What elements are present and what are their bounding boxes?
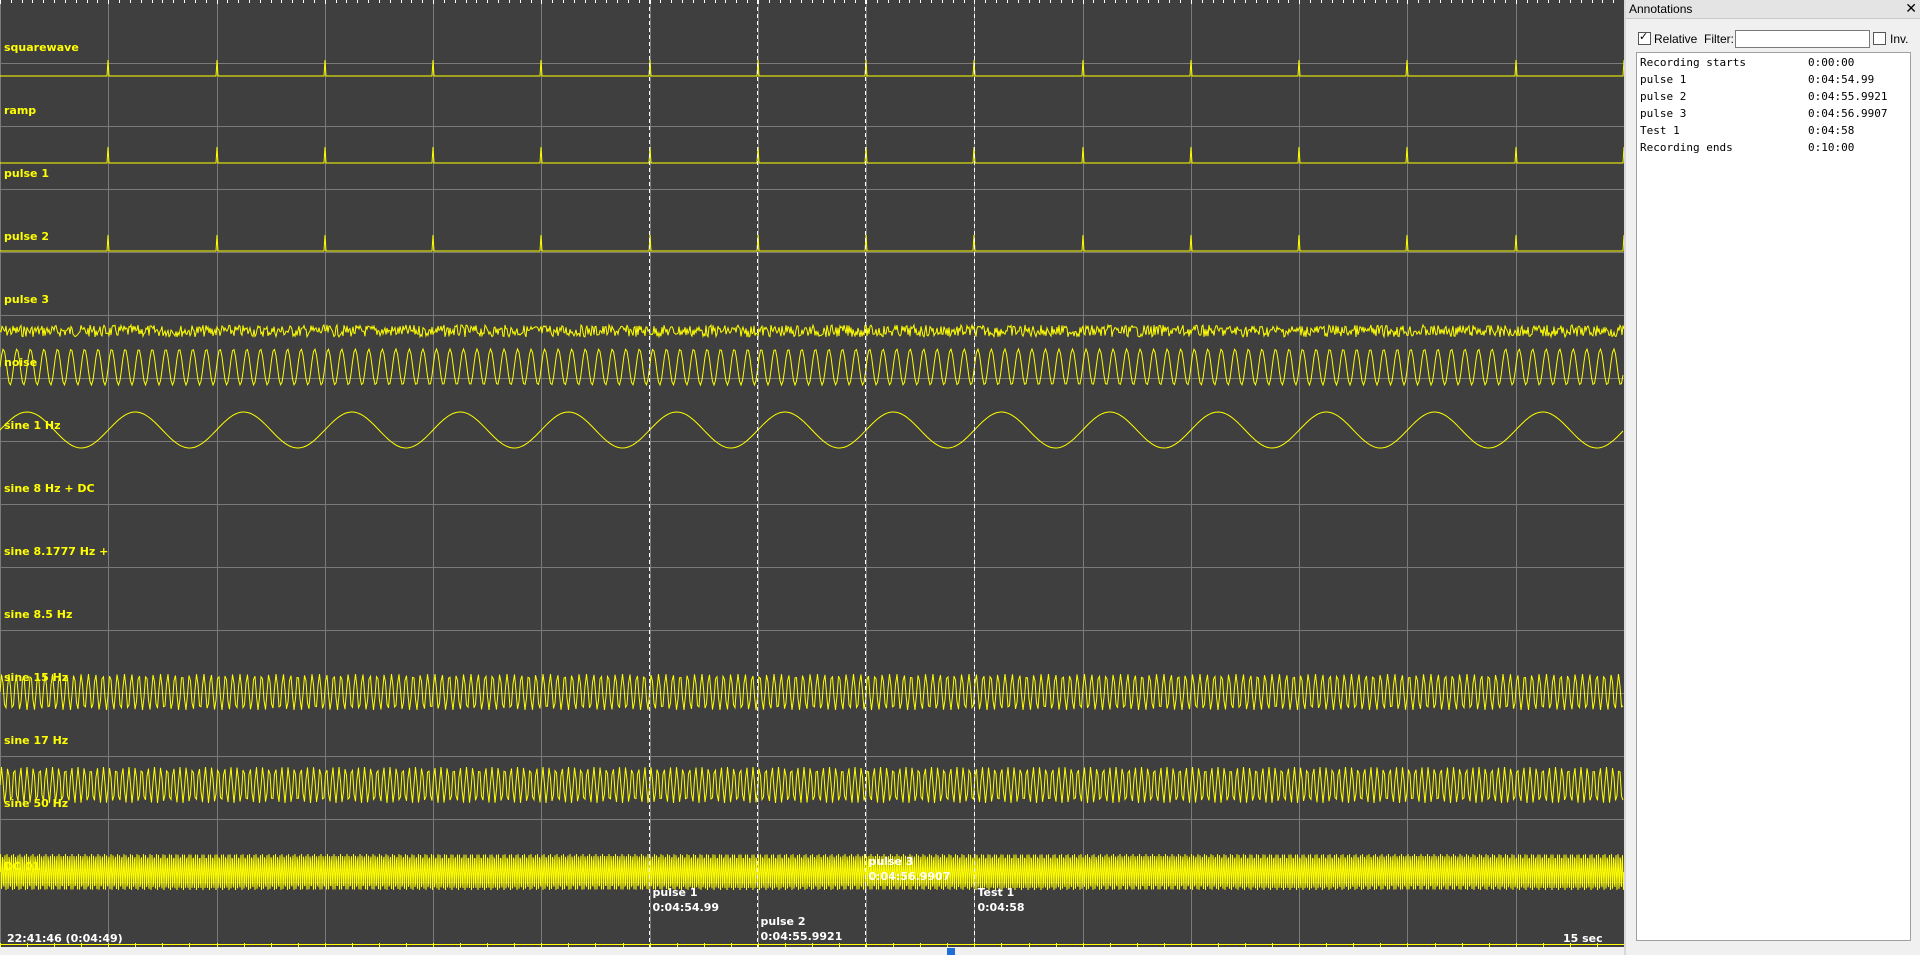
relative-checkbox[interactable] — [1638, 30, 1651, 45]
signal-label[interactable]: noise — [4, 357, 37, 369]
invert-label[interactable]: Inv. — [1890, 32, 1908, 46]
squarewave-trace — [0, 59, 1624, 77]
annotation-time: 0:10:00 — [1808, 141, 1855, 154]
annotation-time: 0:00:00 — [1808, 56, 1855, 69]
signal-traces — [0, 0, 1624, 947]
annotation-time: 0:04:58 — [1808, 124, 1855, 137]
sine-trace — [0, 347, 1624, 387]
annotation-marker-name[interactable]: pulse 2 — [761, 915, 806, 929]
annotation-marker-name[interactable]: Test 1 — [978, 886, 1015, 900]
signal-label[interactable]: sine 1 Hz — [4, 420, 61, 432]
signal-label[interactable]: sine 8.5 Hz — [4, 609, 72, 621]
annotation-marker-time: 0:04:58 — [977, 901, 1025, 914]
signal-label[interactable]: sine 15 Hz — [4, 672, 68, 684]
signal-label[interactable]: DC 01 — [4, 861, 40, 873]
annotation-name: pulse 1 — [1640, 73, 1687, 86]
filter-input[interactable] — [1735, 30, 1870, 48]
page-span-readout: 15 sec — [1563, 932, 1603, 945]
annotations-panel-titlebar: Annotations ✕ — [1626, 0, 1920, 19]
pulse-trace — [0, 234, 1624, 252]
annotation-name: pulse 2 — [1640, 90, 1687, 103]
signal-label[interactable]: sine 8.1777 Hz + — [4, 546, 108, 558]
annotation-marker-time: 0:04:56.9907 — [868, 870, 951, 883]
annotation-time: 0:04:54.99 — [1808, 73, 1875, 86]
signal-label[interactable]: sine 50 Hz — [4, 798, 68, 810]
annotation-name: pulse 3 — [1640, 107, 1687, 120]
horizontal-scrollbar[interactable] — [0, 947, 1624, 955]
annotation-time: 0:04:55.9921 — [1808, 90, 1888, 103]
start-time-readout: 22:41:46 (0:04:49) — [7, 932, 123, 945]
signal-label[interactable]: pulse 2 — [4, 231, 49, 243]
signal-label[interactable]: sine 8 Hz + DC — [4, 483, 95, 495]
annotation-list[interactable]: Recording starts 0:00:00 pulse 1 0:04:54.99… — [1636, 52, 1911, 941]
annotation-marker-name[interactable]: pulse 3 — [869, 855, 914, 869]
sine-trace — [0, 411, 1624, 449]
annotations-panel: Annotations ✕ Relative Filter: Inv. Reco… — [1626, 0, 1920, 955]
ramp-trace — [0, 146, 1624, 164]
signal-label[interactable]: pulse 3 — [4, 294, 49, 306]
sine-trace — [0, 766, 1624, 804]
signal-view[interactable]: squarewave ramp pulse 1 pulse 2 pulse 3 noise… — [0, 0, 1624, 947]
annotation-marker-name[interactable]: pulse 1 — [653, 886, 698, 900]
horizontal-scrollbar-thumb[interactable] — [947, 948, 955, 955]
annotations-toolbar: Relative Filter: Inv. — [1626, 28, 1920, 50]
annotation-time: 0:04:56.9907 — [1808, 107, 1888, 120]
annotation-name: Test 1 — [1640, 124, 1680, 137]
relative-label[interactable]: Relative — [1654, 32, 1697, 46]
noise-trace — [0, 323, 1624, 339]
signal-label[interactable]: ramp — [4, 105, 36, 117]
annotations-panel-title: Annotations — [1629, 2, 1693, 16]
annotation-name: Recording ends — [1640, 141, 1733, 154]
close-icon[interactable]: ✕ — [1905, 0, 1917, 17]
annotation-marker-time: 0:04:54.99 — [652, 901, 720, 914]
filter-label: Filter: — [1704, 32, 1734, 46]
signal-label[interactable]: sine 17 Hz — [4, 735, 68, 747]
signal-label[interactable]: squarewave — [4, 42, 79, 54]
sine-trace — [0, 853, 1624, 891]
sine-trace — [0, 673, 1624, 711]
annotation-name: Recording starts — [1640, 56, 1746, 69]
annotation-marker-time: 0:04:55.9921 — [760, 930, 843, 943]
signal-label[interactable]: pulse 1 — [4, 168, 49, 180]
invert-checkbox[interactable] — [1873, 32, 1886, 45]
